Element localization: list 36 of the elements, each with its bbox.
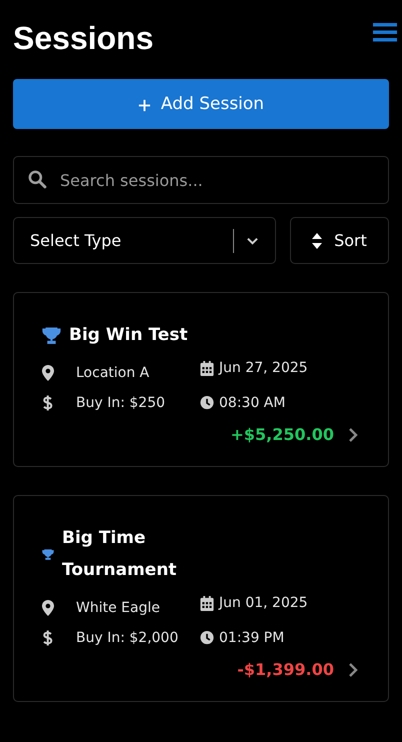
- session-card[interactable]: Big Time Tournament White Eagle Jun 01, 2025 Buy In: $2,000 01:39 PM -$1,399.00: [13, 495, 389, 702]
- session-location: White Eagle: [76, 600, 160, 616]
- chevron-right-icon[interactable]: [348, 662, 358, 676]
- chevron-right-icon[interactable]: [348, 428, 358, 442]
- plus-icon: [138, 99, 151, 112]
- session-result: +$5,250.00: [230, 425, 334, 444]
- location-pin-icon: [42, 365, 54, 381]
- sort-button[interactable]: Sort: [290, 217, 389, 264]
- search-icon: [28, 170, 47, 189]
- session-title: Big Win Test: [69, 324, 188, 347]
- menu-icon[interactable]: [373, 22, 397, 42]
- session-card[interactable]: Big Win Test Location A Jun 27, 2025 Buy In: $250 08:30 AM +$5,250.00: [13, 292, 389, 467]
- trophy-icon: [42, 548, 54, 560]
- clock-icon: [200, 630, 214, 646]
- session-result: -$1,399.00: [237, 660, 334, 679]
- sort-icon: [312, 232, 322, 248]
- dollar-icon: [42, 395, 54, 411]
- page-title: Sessions: [13, 20, 154, 56]
- add-session-button[interactable]: Add Session: [13, 79, 389, 129]
- session-buy-in: Buy In: $2,000: [76, 630, 178, 646]
- session-time: 01:39 PM: [219, 630, 284, 646]
- trophy-icon: [42, 326, 61, 344]
- chevron-down-icon: [246, 235, 259, 246]
- session-buy-in: Buy In: $250: [76, 395, 166, 411]
- location-pin-icon: [42, 600, 54, 616]
- clock-icon: [200, 396, 214, 410]
- session-time: 08:30 AM: [219, 395, 286, 411]
- dollar-icon: [42, 630, 54, 646]
- calendar-icon: [200, 360, 214, 376]
- session-date: Jun 01, 2025: [219, 595, 308, 611]
- session-date: Jun 27, 2025: [219, 360, 308, 376]
- session-location: Location A: [76, 365, 150, 381]
- session-title: Big Time Tournament: [62, 527, 178, 582]
- search-field[interactable]: Search sessions...: [13, 156, 389, 204]
- calendar-icon: [200, 596, 214, 610]
- type-dropdown[interactable]: Select Type: [13, 217, 276, 264]
